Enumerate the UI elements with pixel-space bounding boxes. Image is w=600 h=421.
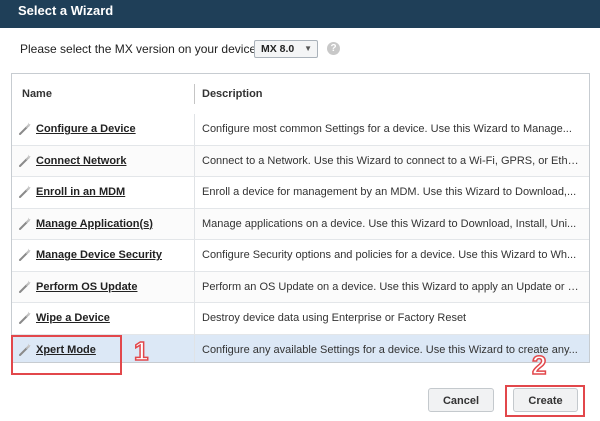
column-header-description[interactable]: Description [202, 88, 263, 100]
table-header: Name Description [12, 74, 589, 115]
wizard-name-link[interactable]: Configure a Device [36, 123, 136, 135]
table-row[interactable]: Wipe a Device Destroy device data using E… [12, 303, 589, 335]
row-divider [194, 271, 195, 302]
row-divider [194, 208, 195, 239]
column-divider[interactable] [194, 84, 195, 104]
dialog-title: Select a Wizard [18, 3, 114, 18]
magic-wand-icon [18, 311, 32, 325]
wizard-description: Destroy device data using Enterprise or … [202, 312, 467, 324]
magic-wand-icon [18, 248, 32, 262]
magic-wand-icon [18, 280, 32, 294]
dialog-titlebar: Select a Wizard [0, 0, 600, 28]
magic-wand-icon [18, 217, 32, 231]
mx-version-row: Please select the MX version on your dev… [0, 40, 600, 60]
row-divider [194, 303, 195, 334]
mx-version-select[interactable]: MX 8.0 ▼ [254, 40, 318, 58]
row-divider [194, 240, 195, 271]
wizard-table: Name Description Configure a Device Confi… [11, 73, 590, 363]
table-row[interactable]: Configure a Device Configure most common … [12, 114, 589, 146]
step-2-marker: 2 [531, 349, 547, 381]
wizard-name-link[interactable]: Manage Application(s) [36, 218, 153, 230]
wizard-description: Configure any available Settings for a d… [202, 343, 578, 356]
step-1-marker: 1 [133, 335, 149, 367]
column-header-name[interactable]: Name [22, 88, 52, 100]
mx-version-label: Please select the MX version on your dev… [20, 42, 260, 56]
row-divider [194, 334, 195, 362]
wizard-name-link[interactable]: Wipe a Device [36, 312, 110, 324]
row-divider [194, 177, 195, 208]
wizard-description: Manage applications on a device. Use thi… [202, 217, 577, 230]
highlight-xpert-mode [11, 335, 122, 375]
wizard-description: Perform an OS Update on a device. Use th… [202, 280, 580, 293]
wizard-name-link[interactable]: Enroll in an MDM [36, 186, 125, 198]
cancel-button[interactable]: Cancel [428, 388, 494, 412]
magic-wand-icon [18, 154, 32, 168]
table-row[interactable]: Perform OS Update Perform an OS Update on… [12, 271, 589, 303]
row-divider [194, 114, 195, 145]
magic-wand-icon [18, 122, 32, 136]
highlight-create-button [505, 385, 585, 417]
magic-wand-icon [18, 185, 32, 199]
wizard-description: Configure Security options and policies … [202, 249, 577, 261]
row-divider [194, 145, 195, 176]
chevron-down-icon: ▼ [304, 44, 312, 53]
help-circle-icon[interactable]: ? [327, 42, 340, 55]
wizard-name-link[interactable]: Manage Device Security [36, 249, 162, 261]
table-row[interactable]: Manage Device Security Configure Security… [12, 240, 589, 272]
mx-version-value: MX 8.0 [261, 43, 295, 55]
table-row[interactable]: Connect Network Connect to a Network. Use… [12, 145, 589, 177]
wizard-description: Enroll a device for management by an MDM… [202, 186, 577, 198]
wizard-description: Connect to a Network. Use this Wizard to… [202, 154, 580, 167]
wizard-name-link[interactable]: Connect Network [36, 155, 126, 167]
wizard-list: Configure a Device Configure most common … [12, 114, 589, 362]
wizard-name-link[interactable]: Perform OS Update [36, 281, 137, 293]
table-row[interactable]: Manage Application(s) Manage applications… [12, 208, 589, 240]
wizard-description: Configure most common Settings for a dev… [202, 123, 572, 135]
table-row[interactable]: Enroll in an MDM Enroll a device for mana… [12, 177, 589, 209]
